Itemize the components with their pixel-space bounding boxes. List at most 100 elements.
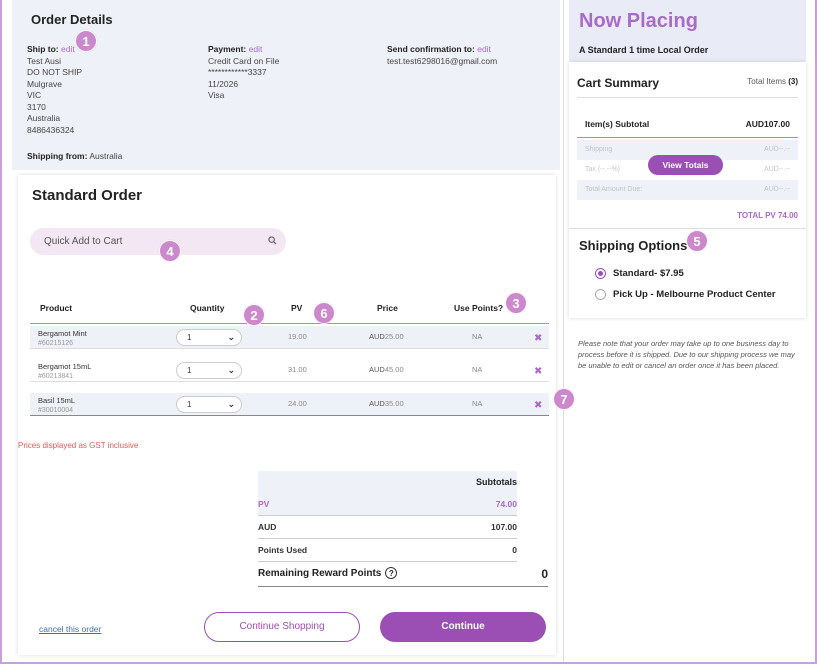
shipping-standard-label[interactable]: Standard- $7.95: [613, 268, 684, 279]
column-header-price: Price: [377, 303, 398, 313]
subtotal-pv-row: PV 74.00: [258, 493, 517, 516]
payment-line: ************3337: [208, 67, 267, 77]
total-pv: TOTAL PV 74.00: [737, 211, 798, 220]
subtotal-aud-value: 107.00: [491, 522, 517, 532]
payment-line: Credit Card on File: [208, 55, 280, 66]
quantity-select[interactable]: 1 ⌄: [176, 329, 242, 346]
payment-block: Payment: edit Credit Card on File ******…: [208, 44, 279, 102]
quantity-value: 1: [187, 366, 192, 375]
ship-to-line: Test Ausi: [27, 55, 62, 66]
ship-to-edit-link[interactable]: edit: [61, 44, 75, 54]
chevron-down-icon: ⌄: [227, 399, 235, 409]
quantity-select[interactable]: 1 ⌄: [176, 396, 242, 413]
gst-note: Prices displayed as GST inclusive: [18, 441, 139, 450]
points-used-label: Points Used: [258, 545, 308, 555]
subtotal-pv-value: 74.00: [495, 499, 517, 509]
remove-item-icon[interactable]: ✖: [534, 400, 542, 411]
total-items: Total Items (3): [747, 77, 798, 86]
standard-order-title: Standard Order: [32, 187, 143, 204]
now-placing-subtitle: A Standard 1 time Local Order: [579, 45, 709, 55]
shipping-from: Shipping from: Australia: [27, 151, 122, 161]
standard-order-card: Standard Order Quick Add to Cart Product…: [18, 175, 556, 655]
help-icon[interactable]: ?: [385, 567, 398, 579]
payment-edit-link[interactable]: edit: [249, 44, 263, 54]
column-divider: [563, 0, 564, 664]
price-currency: AUD: [369, 332, 385, 341]
annotation-badge-7: 7: [553, 388, 575, 410]
use-points-value: NA: [472, 399, 483, 408]
product-pv: 19.00: [288, 332, 307, 341]
cart-summary-card: Cart Summary Total Items (3) Item(s) Sub…: [569, 62, 806, 318]
shipping-options-title: Shipping Options: [579, 238, 688, 253]
confirmation-block: Send confirmation to: edit test.test6298…: [387, 44, 497, 67]
total-items-label: Total Items: [747, 77, 786, 86]
subtotal-aud-row: AUD 107.00: [258, 516, 517, 539]
header-divider: [30, 323, 549, 324]
remaining-reward-points: Remaining Reward Points? 0: [258, 567, 548, 587]
chevron-down-icon: ⌄: [227, 332, 235, 342]
continue-button[interactable]: Continue: [380, 612, 546, 642]
column-header-quantity: Quantity: [190, 303, 225, 313]
payment-label: Payment:: [208, 44, 247, 54]
payment-line: Visa: [208, 90, 225, 100]
table-row: Basil 15mL #30010004 1 ⌄ 24.00 AUD35.00 N…: [30, 393, 549, 416]
remove-item-icon[interactable]: ✖: [534, 366, 542, 377]
subtotals-title: Subtotals: [258, 471, 517, 493]
subtotal-aud-label: AUD: [258, 522, 277, 532]
subtotal-pv-label: PV: [258, 499, 270, 509]
annotation-badge-6: 6: [313, 302, 335, 324]
product-name: Basil 15mL: [38, 396, 76, 405]
annotation-badge-3: 3: [505, 292, 527, 314]
table-row: Bergamot 15mL #60213841 1 ⌄ 31.00 AUD45.0…: [30, 359, 549, 382]
price-amount: 45.00: [384, 365, 404, 374]
column-header-use-points: Use Points?: [454, 303, 504, 313]
remaining-reward-points-value: 0: [541, 567, 548, 581]
product-name: Bergamot 15mL: [38, 362, 92, 371]
product-price: AUD45.00: [369, 365, 404, 374]
quantity-value: 1: [187, 400, 192, 409]
product-pv: 31.00: [288, 365, 307, 374]
ship-to-label: Ship to:: [27, 44, 59, 54]
total-due-label: Total Amount Due:: [585, 186, 643, 193]
price-currency: AUD: [369, 399, 385, 408]
ship-to-line: Mulgrave: [27, 78, 62, 89]
confirm-label: Send confirmation to:: [387, 44, 475, 54]
quick-add-input[interactable]: Quick Add to Cart: [30, 228, 286, 255]
shipping-pickup-label[interactable]: Pick Up - Melbourne Product Center: [613, 289, 776, 300]
search-icon[interactable]: [268, 236, 277, 248]
order-details-panel: Order Details Ship to: edit Test Ausi DO…: [12, 0, 560, 170]
total-due-value: AUD--.--: [763, 186, 790, 193]
cart-summary-title: Cart Summary: [577, 76, 660, 90]
continue-shopping-button[interactable]: Continue Shopping: [204, 612, 360, 642]
remove-item-icon[interactable]: ✖: [534, 333, 542, 344]
chevron-down-icon: ⌄: [227, 365, 235, 375]
shipping-label: Shipping: [585, 146, 613, 153]
annotation-badge-4: 4: [159, 240, 181, 262]
product-sku: #60215126: [38, 340, 74, 347]
annotation-badge-1: 1: [75, 30, 97, 52]
shipping-standard-radio[interactable]: [595, 268, 606, 279]
annotation-badge-2: 2: [243, 304, 265, 326]
quantity-value: 1: [187, 333, 192, 342]
shipping-pickup-radio[interactable]: [595, 289, 606, 300]
points-used-value: 0: [512, 545, 517, 555]
total-due-row: Total Amount Due: AUD--.--: [577, 180, 798, 200]
view-totals-button[interactable]: View Totals: [648, 155, 723, 175]
items-subtotal-label: Item(s) Subtotal: [585, 119, 650, 129]
product-price: AUD35.00: [369, 399, 404, 408]
use-points-value: NA: [472, 365, 483, 374]
product-name: Bergamot Mint: [38, 329, 87, 338]
quantity-select[interactable]: 1 ⌄: [176, 362, 242, 379]
subtotals-table: Subtotals PV 74.00 AUD 107.00 Points Use…: [258, 471, 517, 562]
table-row: Bergamot Mint #60215126 1 ⌄ 19.00 AUD25.0…: [30, 326, 549, 349]
confirm-edit-link[interactable]: edit: [477, 44, 491, 54]
price-currency: AUD: [369, 365, 385, 374]
cancel-order-link[interactable]: cancel this order: [39, 624, 101, 634]
product-price: AUD25.00: [369, 332, 404, 341]
now-placing-panel: Now Placing A Standard 1 time Local Orde…: [569, 0, 806, 62]
tax-value: AUD--.--: [763, 166, 790, 173]
remaining-reward-points-label: Remaining Reward Points: [258, 568, 382, 579]
total-items-value: (3): [788, 77, 798, 86]
price-amount: 35.00: [384, 399, 404, 408]
shipping-from-label: Shipping from:: [27, 151, 88, 161]
